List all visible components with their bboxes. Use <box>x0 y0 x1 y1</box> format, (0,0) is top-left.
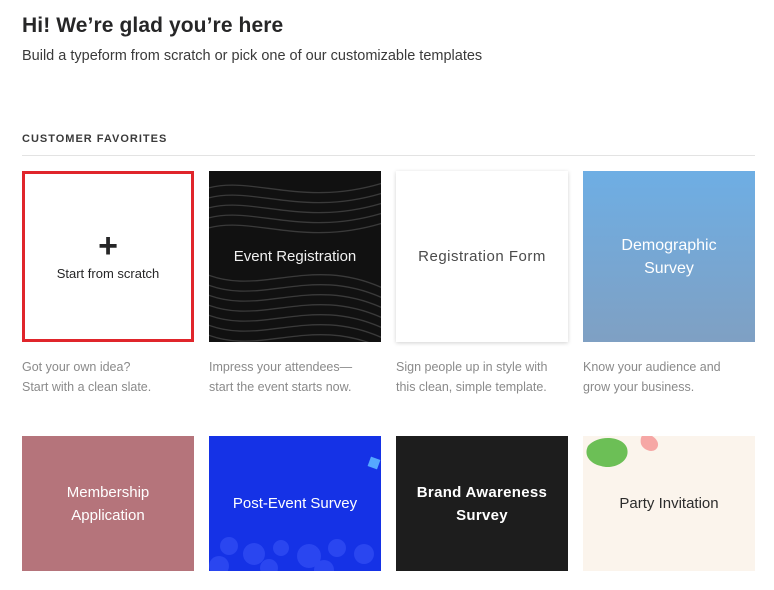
card-description: Impress your attendees— start the event s… <box>209 360 353 394</box>
card-title: Start from scratch <box>56 266 160 281</box>
template-card-membership-application[interactable]: Membership Application <box>22 436 194 571</box>
template-card-registration-form[interactable]: Registration Form <box>396 171 568 342</box>
section-heading: CUSTOMER FAVORITES <box>22 133 168 145</box>
card-title: Registration Form <box>418 248 546 265</box>
card-title: Party Invitation <box>619 495 719 512</box>
section-divider <box>22 155 755 156</box>
card-description: Know your audience and grow your business… <box>583 360 721 394</box>
page-subtitle: Build a typeform from scratch or pick on… <box>22 48 483 64</box>
plus-icon: + <box>98 227 118 265</box>
card-title: Post-Event Survey <box>232 495 358 512</box>
template-card-event-registration[interactable]: Event Registration <box>209 171 381 342</box>
template-card-demographic-survey[interactable]: Demographic Survey <box>583 171 755 342</box>
page-title: Hi! We’re glad you’re here <box>22 14 284 37</box>
template-card-party-invitation[interactable]: Party Invitation <box>583 436 755 571</box>
template-card-post-event-survey[interactable]: Post-Event Survey <box>209 436 381 571</box>
start-from-scratch-card[interactable]: + Start from scratch <box>22 171 194 342</box>
card-description: Got your own idea? Start with a clean sla… <box>22 360 152 394</box>
card-title: Membership Application <box>66 483 150 524</box>
card-title: Event Registration <box>233 248 357 265</box>
card-description: Sign people up in style with this clean, … <box>396 360 548 394</box>
card-title: Brand Awareness Survey <box>416 483 548 524</box>
card-title: Demographic Survey <box>621 236 717 277</box>
template-card-brand-awareness-survey[interactable]: Brand Awareness Survey <box>396 436 568 571</box>
